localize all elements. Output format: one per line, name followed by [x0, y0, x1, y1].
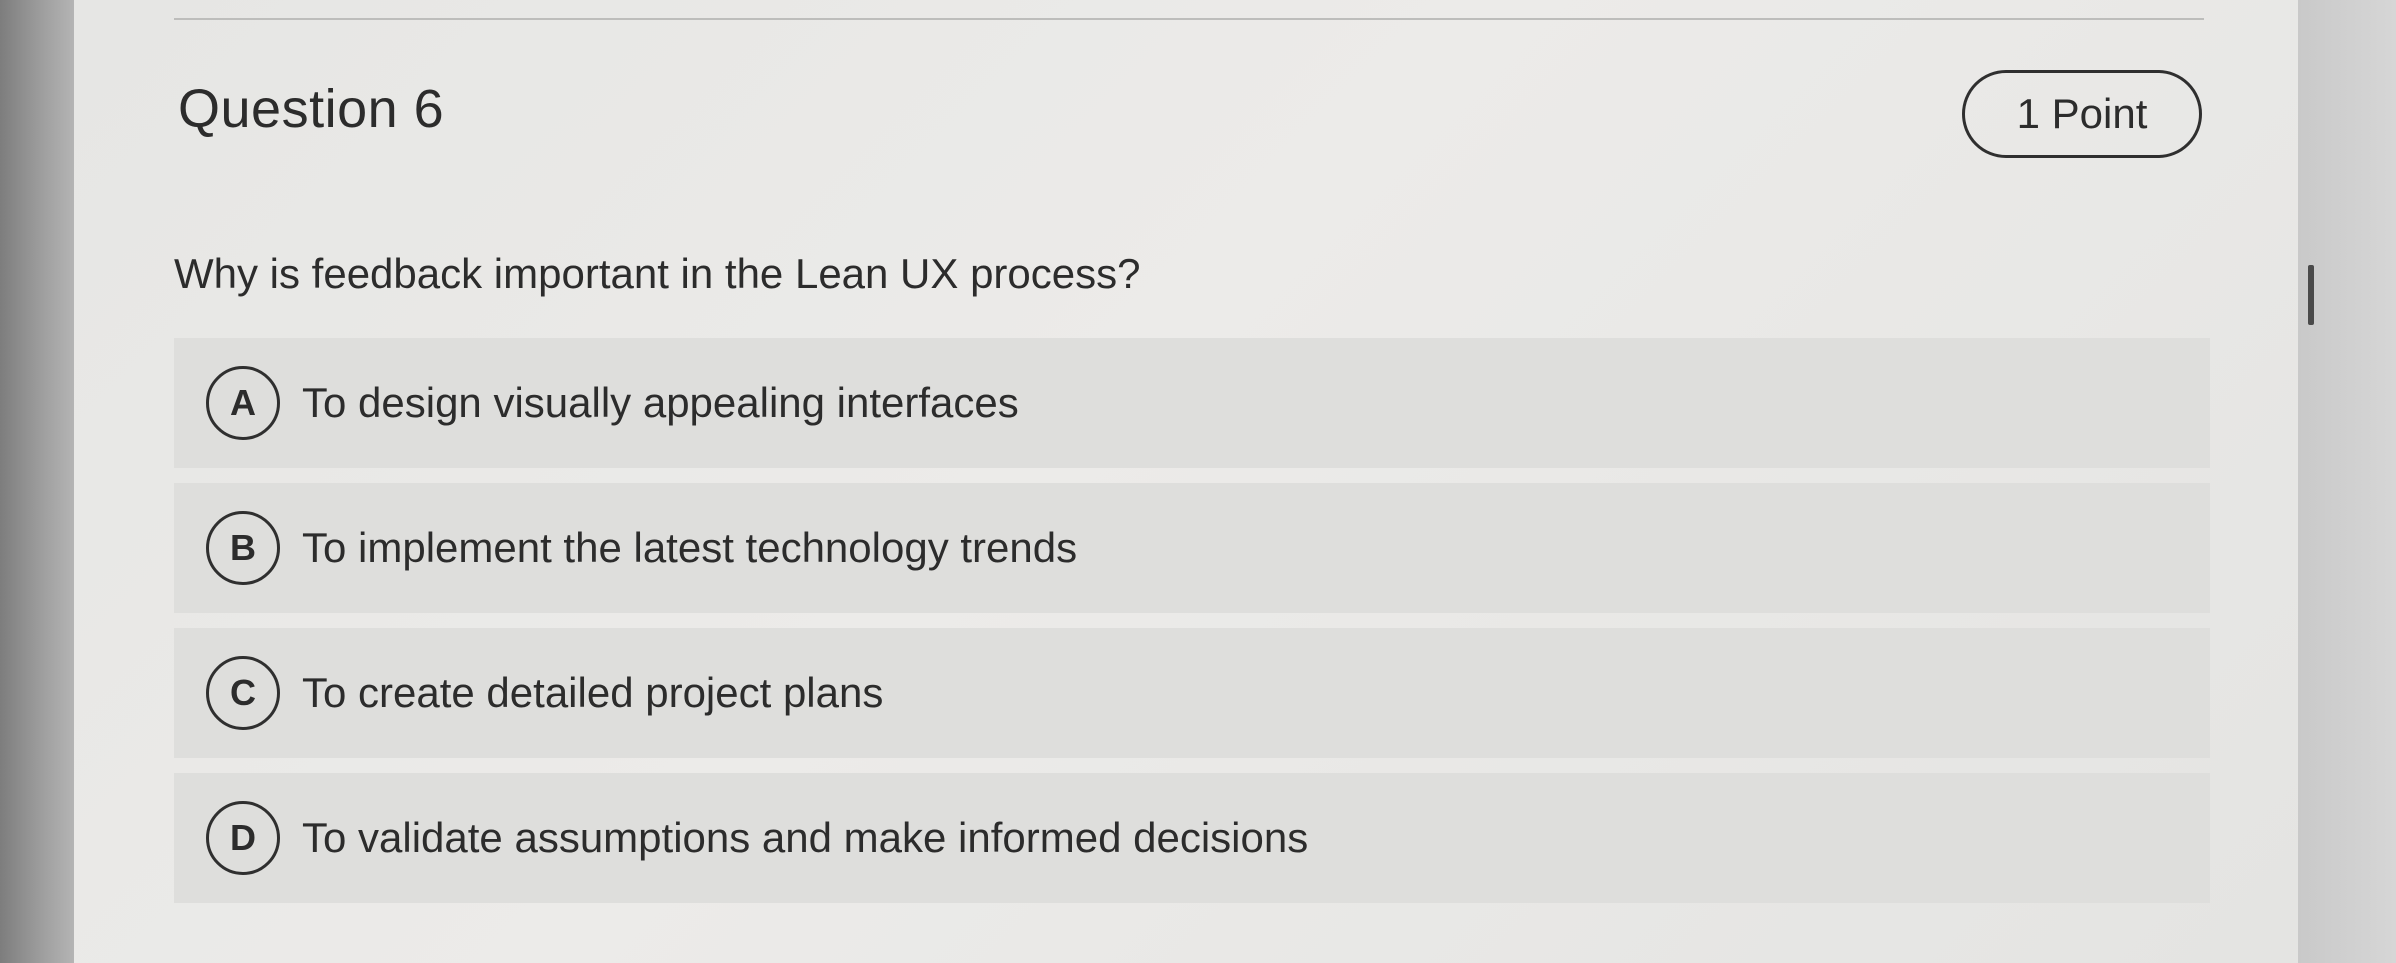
option-c[interactable]: C To create detailed project plans — [174, 628, 2210, 758]
option-label: To validate assumptions and make informe… — [302, 814, 1309, 861]
question-title: Question 6 — [178, 79, 445, 139]
option-label: To design visually appealing interfaces — [302, 379, 1019, 426]
divider — [174, 18, 2204, 20]
quiz-panel: Question 6 1 Point Why is feedback impor… — [74, 0, 2298, 963]
option-letter-badge: D — [206, 801, 280, 875]
option-letter-badge: A — [206, 366, 280, 440]
option-d[interactable]: D To validate assumptions and make infor… — [174, 773, 2210, 903]
option-a[interactable]: A To design visually appealing interface… — [174, 338, 2210, 468]
monitor-bezel-left — [0, 0, 74, 963]
option-label: To create detailed project plans — [302, 669, 884, 716]
scrollbar-thumb[interactable] — [2308, 265, 2314, 325]
option-letter-badge: B — [206, 511, 280, 585]
question-prompt: Why is feedback important in the Lean UX… — [174, 250, 1141, 297]
option-letter-badge: C — [206, 656, 280, 730]
answer-options: A To design visually appealing interface… — [174, 338, 2210, 918]
option-b[interactable]: B To implement the latest technology tre… — [174, 483, 2210, 613]
option-label: To implement the latest technology trend… — [302, 524, 1078, 571]
points-badge: 1 Point — [1962, 70, 2202, 158]
monitor-bezel-right — [2298, 0, 2396, 963]
